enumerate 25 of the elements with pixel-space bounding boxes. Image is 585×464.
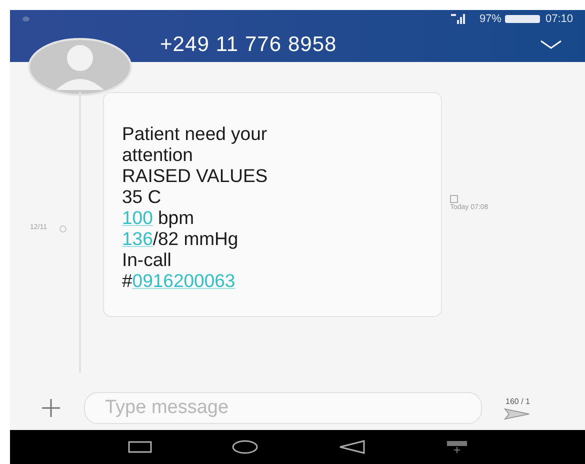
- timeline-dot-icon: [59, 224, 67, 232]
- clock: 07:10: [545, 12, 573, 27]
- message-line: Patient need your: [122, 123, 268, 144]
- message-line: 35 C: [122, 186, 162, 207]
- square-icon[interactable]: [128, 441, 152, 453]
- message-field[interactable]: Type message: [84, 392, 482, 424]
- message-line: 100 bpm: [122, 207, 196, 228]
- send-icon[interactable]: [504, 408, 530, 420]
- keyboard-hide-icon[interactable]: [446, 441, 468, 453]
- message-line: RAISED VALUES: [122, 165, 269, 186]
- add-icon[interactable]: [40, 396, 62, 418]
- battery-percentage: 97%: [479, 12, 502, 27]
- back-icon[interactable]: [338, 440, 366, 454]
- battery-icon: [505, 15, 542, 23]
- contact-number: +249 11 776 8958: [160, 32, 338, 58]
- message-line: attention: [122, 144, 194, 165]
- message-line: In-call: [122, 249, 172, 270]
- chevron-down-icon[interactable]: [539, 39, 563, 51]
- notification-icon: [22, 16, 30, 22]
- sim-icon: [450, 195, 458, 203]
- signal-icon: [451, 14, 468, 24]
- message-line: #0916200063: [122, 270, 236, 291]
- character-counter: 160 / 1: [506, 396, 530, 408]
- circle-icon[interactable]: [232, 440, 258, 454]
- message-line: 136/82 mmHg: [122, 228, 240, 249]
